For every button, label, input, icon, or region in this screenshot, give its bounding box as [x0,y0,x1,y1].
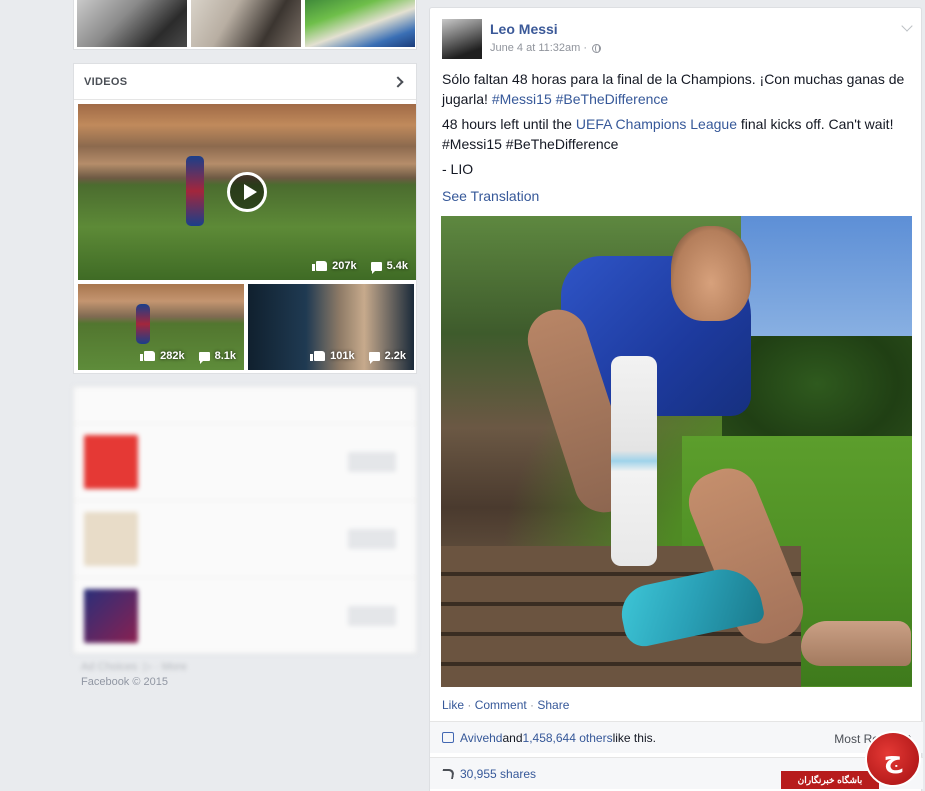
photo-thumbnail[interactable] [305,0,415,47]
comment-icon [198,351,210,364]
watermark-logo: باشگاه خبرنگاران ج [781,731,921,791]
liked-pages-header [74,387,416,423]
liked-pages-blurred [73,386,417,654]
action-separator: · [526,698,538,712]
watermark-emblem: ج [865,731,921,787]
share-action[interactable]: Share [537,698,569,712]
author-name[interactable]: Leo Messi [490,21,558,37]
page-avatar [84,589,138,643]
like-page-button [348,452,396,472]
thumbs-up-icon [442,732,454,743]
footer-more[interactable]: More [162,661,187,673]
footer-links-row: Ad Choices ▷ · More [81,660,187,675]
liked-page-row [74,500,416,577]
comment-icon [370,261,382,274]
watermark-text: باشگاه خبرنگاران [781,771,879,789]
video-comments: 5.4k [386,260,408,272]
hashtag-links[interactable]: #Messi15 #BeTheDifference [492,91,668,107]
author-avatar[interactable] [442,19,482,59]
like-icon [310,351,326,361]
video-likes: 101k [330,350,355,362]
likes-others-link[interactable]: 1,458,644 others [523,731,613,745]
see-translation-link[interactable]: See Translation [442,188,539,204]
videos-section: VIDEOS 207k 5.4k 282k 8.1k 101k 2.2k [73,63,417,374]
hashtag-links[interactable]: #Messi15 #BeTheDifference [442,136,618,152]
photos-strip [73,0,417,50]
post-text-segment: 48 hours left until the [442,116,576,132]
liked-page-row [74,577,416,654]
likes-tail: like this. [612,730,656,745]
video-comments: 2.2k [384,350,406,362]
photo-thumbnail[interactable] [77,0,187,47]
video-stats: 207k 5.4k [312,260,408,274]
post-paragraph-english: 48 hours left until the UEFA Champions L… [442,115,912,154]
video-likes: 207k [332,260,357,272]
chevron-right-icon[interactable] [392,75,404,88]
footer: Ad Choices ▷ · More Facebook © 2015 [81,660,187,690]
post-paragraph-spanish: Sólo faltan 48 horas para la final de la… [442,70,912,109]
video-stats: 282k 8.1k [140,350,236,364]
page-avatar [84,512,138,566]
photo-head [671,226,751,321]
video-comments: 8.1k [214,350,236,362]
shares-count[interactable]: 30,955 shares [460,767,536,781]
liked-page-row [74,423,416,500]
post-timestamp[interactable]: June 4 at 11:32am [490,42,580,54]
video-stats: 101k 2.2k [310,350,406,364]
like-icon [140,351,156,361]
liker-name[interactable]: Avivehd [460,731,502,745]
likes-and: and [502,730,523,745]
photo-thumbnail[interactable] [191,0,301,47]
post-actions: Like · Comment · Share [442,698,569,712]
share-arrow-icon [441,768,455,779]
player-figure [186,156,204,226]
footer-separator: ▷ · [140,661,162,673]
action-separator: · [464,698,475,712]
post: Leo Messi June 4 at 11:32am · Sólo falta… [429,7,923,791]
post-text-segment: final kicks off. Can't wait! [736,116,894,132]
videos-title[interactable]: VIDEOS [84,76,127,88]
comment-action[interactable]: Comment [475,698,527,712]
like-action[interactable]: Like [442,698,464,712]
post-photo[interactable] [441,216,912,687]
comment-icon [368,351,380,364]
play-icon[interactable] [227,172,267,212]
video-small[interactable]: 282k 8.1k [78,284,244,370]
player-figure [136,304,150,344]
page-avatar [84,435,138,489]
post-signature: - LIO [442,161,474,177]
post-text: Sólo faltan 48 horas para la final de la… [442,70,912,186]
meta-separator: · [583,42,587,54]
videos-header[interactable]: VIDEOS [74,64,416,100]
video-likes: 282k [160,350,185,362]
footer-copyright: Facebook © 2015 [81,676,168,688]
like-icon [312,261,328,271]
photo-sock [611,356,657,566]
chevron-down-icon[interactable] [901,20,913,32]
video-small[interactable]: 101k 2.2k [248,284,414,370]
like-page-button [348,529,396,549]
globe-icon [591,43,601,53]
footer-ad-choices[interactable]: Ad Choices [81,661,137,673]
like-page-button [348,606,396,626]
uefa-link[interactable]: UEFA Champions League [576,116,737,132]
photo-foot [801,621,911,666]
post-meta: June 4 at 11:32am · [490,42,601,54]
video-main[interactable]: 207k 5.4k [78,104,416,280]
